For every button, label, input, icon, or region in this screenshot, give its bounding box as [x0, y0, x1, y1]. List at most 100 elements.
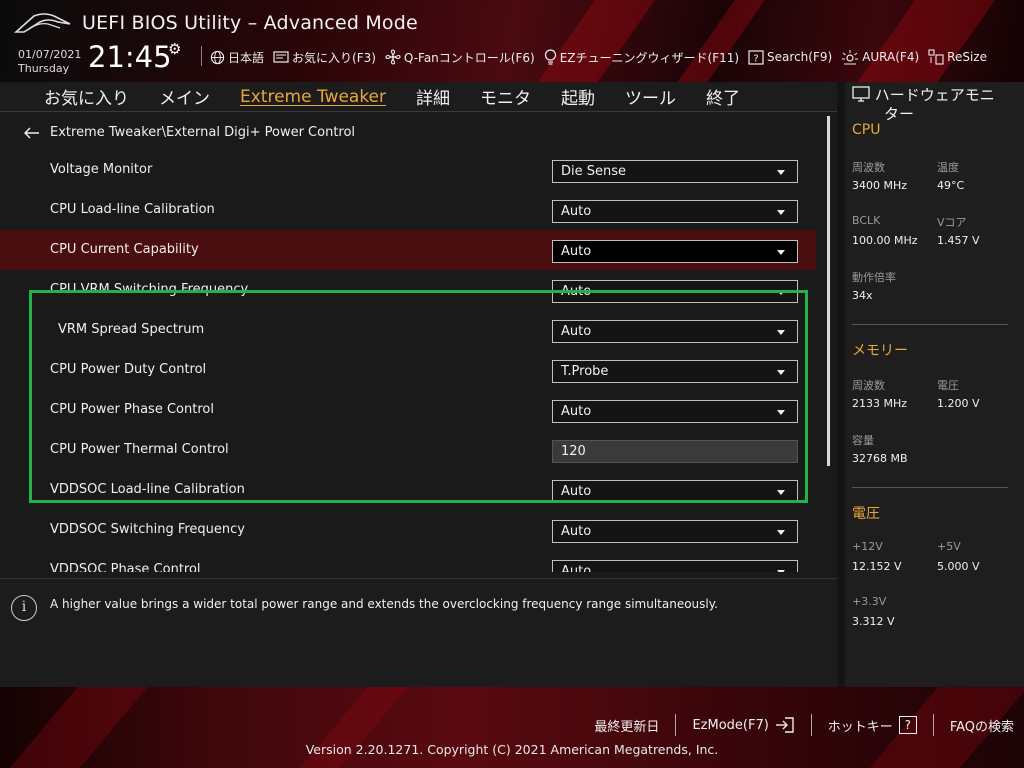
- language-button[interactable]: 日本語: [210, 49, 264, 66]
- cpu-temp-value: 49°C: [937, 179, 965, 192]
- breadcrumb: Extreme Tweaker\External Digi+ Power Con…: [24, 125, 355, 140]
- main-panel: お気に入り メイン Extreme Tweaker 詳細 モニタ 起動 ツール …: [0, 82, 837, 687]
- tab-monitor[interactable]: モニタ: [480, 84, 531, 109]
- vddsoc-llc-select[interactable]: Auto: [552, 480, 798, 503]
- mem-capacity-label: 容量: [852, 434, 874, 447]
- mem-volt-value: 1.200 V: [937, 397, 980, 410]
- cpu-temp-label: 温度: [937, 161, 959, 174]
- hw-divider: [852, 487, 1008, 488]
- search-label: Search(F9): [767, 50, 833, 64]
- vcore-label: Vコア: [937, 216, 967, 229]
- select-value: Auto: [561, 564, 592, 572]
- aura-label: AURA(F4): [862, 50, 920, 64]
- hw-monitor-title: ハードウェアモニ ター: [852, 86, 1022, 124]
- last-modified-label: 最終更新日: [594, 719, 660, 735]
- select-value: Auto: [561, 204, 592, 219]
- footer-bar: 最終更新日 EzMode(F7) ホットキー ? FAQの検索 Version …: [0, 687, 1024, 768]
- toolbar-divider: [201, 46, 202, 66]
- aura-button[interactable]: AURA(F4): [841, 49, 919, 65]
- setting-label: CPU Power Duty Control: [50, 362, 207, 377]
- select-value: Auto: [561, 284, 592, 299]
- last-modified-button[interactable]: 最終更新日: [578, 716, 675, 735]
- ratio-value: 34x: [852, 289, 873, 302]
- favorites-button[interactable]: お気に入り(F3): [273, 49, 376, 66]
- vrm-spread-spectrum-select[interactable]: Auto: [552, 320, 798, 343]
- vcore-value: 1.457 V: [937, 234, 980, 247]
- footer-actions: 最終更新日 EzMode(F7) ホットキー ? FAQの検索: [578, 714, 1014, 736]
- vddsoc-switching-frequency-select[interactable]: Auto: [552, 520, 798, 543]
- app-title: UEFI BIOS Utility – Advanced Mode: [82, 12, 418, 34]
- clock-settings-gear-icon[interactable]: ⚙: [168, 40, 181, 58]
- select-value: Auto: [561, 324, 592, 339]
- resize-button[interactable]: ReSize: [928, 49, 987, 65]
- rog-logo-icon: [14, 13, 71, 33]
- hotkeys-button[interactable]: ホットキー ?: [812, 716, 933, 735]
- bclk-label: BCLK: [852, 214, 881, 227]
- setting-row-vddsoc-llc[interactable]: VDDSOC Load-line Calibration Auto: [0, 470, 816, 510]
- setting-label: VRM Spread Spectrum: [58, 322, 205, 337]
- tab-boot[interactable]: 起動: [561, 84, 595, 109]
- help-text: A higher value brings a wider total powe…: [50, 597, 718, 611]
- settings-scrollbar[interactable]: [827, 116, 830, 466]
- select-value: T.Probe: [561, 364, 609, 379]
- chevron-down-icon: [777, 330, 785, 335]
- faq-label: FAQの検索: [949, 719, 1014, 735]
- ratio-label: 動作倍率: [852, 271, 896, 284]
- vddsoc-phase-control-select[interactable]: Auto: [552, 560, 798, 572]
- bulb-icon: [544, 49, 556, 65]
- cpu-vrm-switching-frequency-select[interactable]: Auto: [552, 280, 798, 303]
- hotkeys-label: ホットキー: [827, 719, 893, 735]
- hw-title-line1: ハードウェアモニ: [874, 86, 995, 104]
- tab-tool[interactable]: ツール: [625, 84, 676, 109]
- ezmode-button[interactable]: EzMode(F7): [676, 717, 810, 733]
- setting-row-vddsoc-phase-control[interactable]: VDDSOC Phase Control Auto: [0, 550, 816, 572]
- qfan-label: Q-Fanコントロール(F6): [403, 50, 535, 65]
- v12-label: +12V: [852, 540, 883, 553]
- voltage-monitor-select[interactable]: Die Sense: [552, 160, 798, 183]
- tab-extreme-tweaker[interactable]: Extreme Tweaker: [240, 87, 386, 107]
- setting-row-voltage-monitor[interactable]: Voltage Monitor Die Sense: [0, 150, 816, 190]
- fan-icon: [385, 49, 401, 65]
- chevron-down-icon: [777, 290, 785, 295]
- globe-icon: [210, 50, 225, 64]
- setting-row-cpu-power-phase-control[interactable]: CPU Power Phase Control Auto: [0, 390, 816, 430]
- setting-row-vddsoc-switching-frequency[interactable]: VDDSOC Switching Frequency Auto: [0, 510, 816, 550]
- select-value: Auto: [561, 524, 592, 539]
- hw-section-voltage: 電圧: [852, 506, 880, 522]
- date-text: 01/07/2021: [18, 48, 82, 61]
- cpu-current-capability-select[interactable]: Auto: [552, 240, 798, 263]
- setting-row-cpu-power-thermal-control[interactable]: CPU Power Thermal Control 120: [0, 430, 816, 470]
- search-button[interactable]: ? Search(F9): [748, 49, 833, 65]
- cpu-power-thermal-control-input[interactable]: 120: [552, 440, 798, 463]
- select-value: Auto: [561, 484, 592, 499]
- setting-row-cpu-llc[interactable]: CPU Load-line Calibration Auto: [0, 190, 816, 230]
- tab-exit[interactable]: 終了: [706, 84, 740, 109]
- header-decoration: [837, 0, 1003, 82]
- favorites-icon: [273, 51, 289, 63]
- tab-advanced[interactable]: 詳細: [416, 84, 450, 109]
- chevron-down-icon: [777, 410, 785, 415]
- faq-search-button[interactable]: FAQの検索: [934, 716, 1014, 735]
- cpu-llc-select[interactable]: Auto: [552, 200, 798, 223]
- ez-tuning-button[interactable]: EZチューニングウィザード(F11): [544, 49, 739, 66]
- mem-freq-value: 2133 MHz: [852, 397, 908, 410]
- setting-row-vrm-spread-spectrum[interactable]: VRM Spread Spectrum Auto: [0, 310, 816, 350]
- setting-row-cpu-power-duty-control[interactable]: CPU Power Duty Control T.Probe: [0, 350, 816, 390]
- help-info-panel: i A higher value brings a wider total po…: [0, 578, 837, 687]
- header-decoration: [517, 0, 663, 82]
- setting-row-cpu-current-capability[interactable]: CPU Current Capability Auto: [0, 230, 816, 270]
- select-value: Auto: [561, 404, 592, 419]
- setting-row-cpu-vrm-switching-frequency[interactable]: CPU VRM Switching Frequency Auto: [0, 270, 816, 310]
- qfan-button[interactable]: Q-Fanコントロール(F6): [385, 49, 535, 66]
- cpu-power-duty-control-select[interactable]: T.Probe: [552, 360, 798, 383]
- v5-value: 5.000 V: [937, 560, 980, 573]
- resize-icon: [928, 49, 944, 65]
- cpu-power-phase-control-select[interactable]: Auto: [552, 400, 798, 423]
- setting-label: CPU VRM Switching Frequency: [50, 282, 249, 297]
- header-bar: UEFI BIOS Utility – Advanced Mode 01/07/…: [0, 0, 1024, 82]
- tab-main[interactable]: メイン: [159, 84, 210, 109]
- chevron-down-icon: [777, 210, 785, 215]
- favorites-label: お気に入り(F3): [292, 50, 376, 65]
- back-arrow-icon[interactable]: [24, 126, 40, 139]
- tab-favorites[interactable]: お気に入り: [44, 84, 129, 109]
